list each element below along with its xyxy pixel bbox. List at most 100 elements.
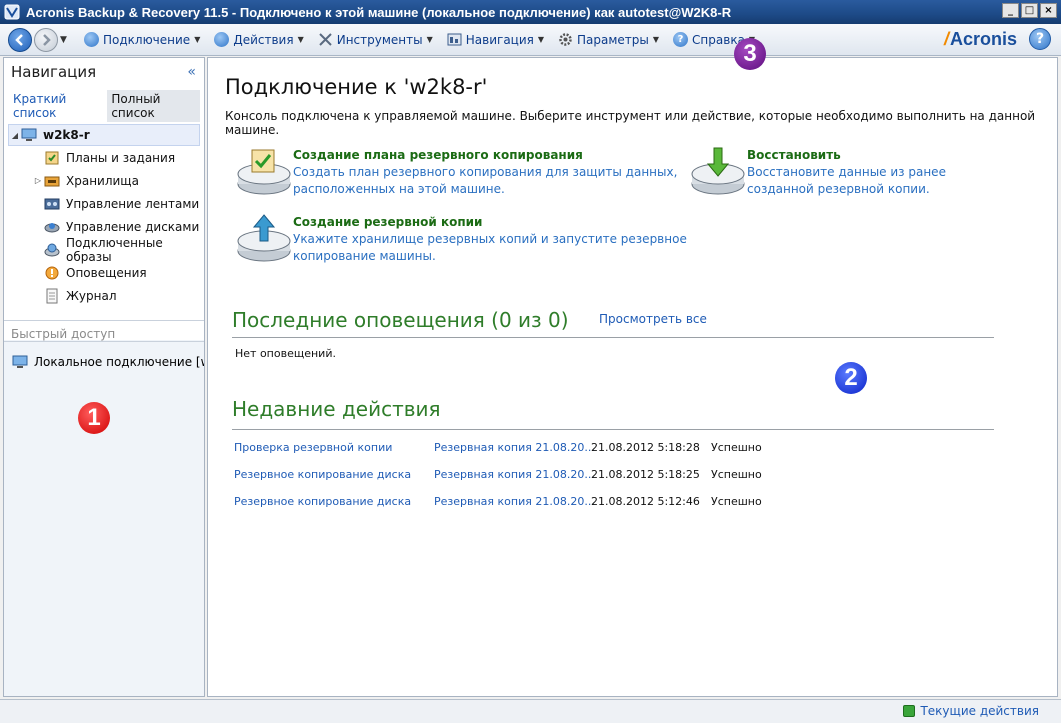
tree-item-label: Управление дисками: [66, 219, 200, 234]
activity-time: 21.08.2012 5:12:46: [591, 495, 700, 508]
task-create-plan-title[interactable]: Создание плана резервного копирования: [293, 148, 677, 162]
collapse-panel-button[interactable]: «: [187, 64, 196, 80]
task-create-backup[interactable]: Создание резервной копии Укажите хранили…: [236, 213, 687, 265]
window-title: Acronis Backup & Recovery 11.5 - Подключ…: [26, 4, 732, 20]
tree-item-label: Журнал: [66, 288, 117, 303]
callout-badge-1: 1: [78, 402, 110, 434]
quick-access-label: Локальное подключение [w2k8-r]: [34, 355, 204, 369]
tree-item-vaults[interactable]: ▷ Хранилища: [4, 169, 204, 192]
navigation-icon: [447, 33, 462, 46]
tree-root-label: w2k8-r: [43, 128, 90, 142]
tree-item-label: Планы и задания: [66, 150, 176, 165]
current-activities-label: Текущие действия: [920, 704, 1039, 718]
tree-item-label: Оповещения: [66, 265, 147, 280]
navigation-panel: Навигация « Краткий список Полный список…: [3, 57, 205, 697]
current-activities-button[interactable]: Текущие действия: [903, 704, 1039, 718]
view-full-list[interactable]: Полный список: [107, 90, 200, 122]
task-create-plan-desc-2[interactable]: расположенных на этой машине.: [293, 181, 677, 198]
callout-badge-3: 3: [734, 38, 766, 70]
close-button[interactable]: ×: [1040, 3, 1057, 18]
recent-divider: [232, 429, 994, 430]
menu-actions-label: Действия: [233, 32, 294, 47]
app-icon: [4, 4, 20, 20]
disk-icon: [44, 219, 60, 235]
activity-action-link[interactable]: Резервное копирование диска: [234, 495, 411, 508]
task-create-backup-title[interactable]: Создание резервной копии: [293, 215, 687, 229]
help-icon: ?: [673, 32, 689, 47]
expand-arrow-icon[interactable]: ▷: [32, 176, 44, 185]
task-restore[interactable]: Восстановить Восстановите данные из ране…: [690, 146, 946, 198]
history-dropdown[interactable]: ▼: [60, 35, 70, 45]
monitor-icon: [12, 354, 28, 370]
tree-item-log[interactable]: Журнал: [4, 284, 204, 307]
forward-button[interactable]: [34, 27, 58, 52]
backup-plan-icon: [237, 149, 291, 195]
menu-connection[interactable]: Подключение ▼: [84, 32, 200, 47]
activity-time: 21.08.2012 5:18:28: [591, 441, 700, 454]
activity-object-link[interactable]: Резервная копия 21.08.20...: [434, 468, 595, 481]
activity-object-link[interactable]: Резервная копия 21.08.20...: [434, 441, 595, 454]
arrow-right-icon: [43, 33, 51, 46]
task-create-plan-desc[interactable]: Создать план резервного копирования для …: [293, 164, 677, 181]
task-create-plan[interactable]: Создание плана резервного копирования Со…: [236, 146, 677, 198]
no-alerts-text: Нет оповещений.: [235, 347, 336, 360]
log-icon: [44, 288, 60, 304]
plug-icon: [84, 32, 99, 47]
view-all-alerts-link[interactable]: Просмотреть все: [599, 312, 707, 326]
activity-status: Успешно: [711, 468, 762, 481]
menu-navigation-label: Навигация: [465, 32, 534, 47]
menu-tools[interactable]: Инструменты ▼: [318, 32, 433, 47]
menu-actions[interactable]: Действия ▼: [214, 32, 304, 47]
vault-icon: [44, 173, 60, 189]
menu-options-label: Параметры: [577, 32, 649, 47]
task-restore-desc[interactable]: Восстановите данные из ранее: [747, 164, 946, 181]
activity-action-link[interactable]: Резервное копирование диска: [234, 468, 411, 481]
back-button[interactable]: [8, 27, 32, 52]
quick-access-area: [4, 340, 204, 696]
activity-action-link[interactable]: Проверка резервной копии: [234, 441, 392, 454]
help-button[interactable]: ?: [1029, 28, 1051, 50]
page-title: Подключение к 'w2k8-r': [225, 75, 488, 99]
tree-item-plans[interactable]: Планы и задания: [4, 146, 204, 169]
acronis-logo: /Acronis: [943, 29, 1017, 49]
navigation-title: Навигация: [11, 63, 97, 81]
alert-icon: [44, 265, 60, 281]
activity-time: 21.08.2012 5:18:25: [591, 468, 700, 481]
activity-object-link[interactable]: Резервная копия 21.08.20...: [434, 495, 595, 508]
tree-item-label: Хранилища: [66, 173, 139, 188]
tree-item-alerts[interactable]: Оповещения: [4, 261, 204, 284]
minimize-button[interactable]: _: [1002, 3, 1019, 18]
task-restore-desc-2[interactable]: созданной резервной копии.: [747, 181, 946, 198]
restore-icon: [691, 147, 745, 195]
quick-access-item[interactable]: Локальное подключение [w2k8-r]: [12, 354, 204, 370]
task-create-backup-desc[interactable]: Укажите хранилище резервных копий и запу…: [293, 231, 687, 248]
navigation-tree: ◢ w2k8-r Планы и задания ▷ Хранилища Упр…: [4, 124, 204, 307]
tree-item-mounted-images[interactable]: Подключенные образы: [4, 235, 204, 264]
tree-root-machine[interactable]: ◢ w2k8-r: [8, 124, 200, 146]
menu-options[interactable]: Параметры ▼: [558, 32, 659, 47]
expand-arrow-icon[interactable]: ◢: [9, 131, 21, 140]
tree-item-label: Управление лентами: [66, 196, 200, 211]
quick-access-title: Быстрый доступ: [11, 327, 116, 341]
maximize-button[interactable]: □: [1021, 3, 1038, 18]
activity-play-icon: [903, 705, 916, 717]
tools-icon: [319, 33, 332, 46]
main-content: Подключение к 'w2k8-r' Консоль подключен…: [207, 57, 1058, 697]
activity-status: Успешно: [711, 441, 762, 454]
tree-item-tapes[interactable]: Управление лентами: [4, 192, 204, 215]
title-bar: Acronis Backup & Recovery 11.5 - Подключ…: [0, 0, 1061, 24]
arrow-left-icon: [15, 33, 23, 46]
view-short-list[interactable]: Краткий список: [11, 90, 103, 122]
menu-connection-label: Подключение: [103, 32, 191, 47]
callout-badge-2: 2: [835, 362, 867, 394]
backup-icon: [237, 214, 291, 262]
menu-navigation[interactable]: Навигация ▼: [447, 32, 544, 47]
plans-icon: [44, 150, 60, 166]
tree-item-label: Подключенные образы: [66, 235, 163, 264]
task-create-backup-desc-2[interactable]: копирование машины.: [293, 248, 687, 265]
panel-divider: [4, 320, 204, 321]
activity-status: Успешно: [711, 495, 762, 508]
task-restore-title[interactable]: Восстановить: [747, 148, 946, 162]
alerts-divider: [232, 337, 994, 338]
actions-icon: [214, 32, 230, 47]
